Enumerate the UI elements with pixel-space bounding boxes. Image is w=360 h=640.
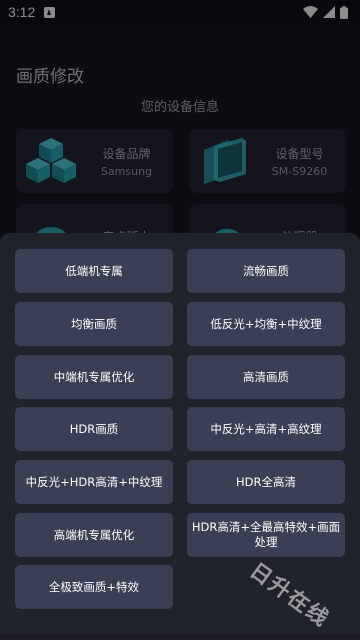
- option-low-reflect-balanced-mid-texture[interactable]: 低反光+均衡+中纹理: [187, 302, 345, 346]
- option-smooth[interactable]: 流畅画质: [187, 249, 345, 293]
- quality-options-sheet: 低端机专属 流畅画质 均衡画质 低反光+均衡+中纹理 中端机专属优化 高清画质 …: [0, 233, 360, 640]
- option-label: 中端机专属优化: [53, 369, 135, 384]
- option-hdr-full-hd[interactable]: HDR全高清: [187, 460, 345, 504]
- option-label: 均衡画质: [71, 316, 117, 331]
- option-label: 低反光+均衡+中纹理: [210, 316, 322, 331]
- option-hdr-hd-max-effects[interactable]: HDR高清+全最高特效+画面处理: [187, 513, 345, 557]
- option-label: HDR全高清: [236, 474, 296, 489]
- option-label: 流畅画质: [243, 263, 289, 278]
- option-hd[interactable]: 高清画质: [187, 355, 345, 399]
- option-label: 中反光+HDR高清+中纹理: [25, 474, 163, 489]
- option-label: HDR画质: [69, 421, 119, 436]
- option-high-end[interactable]: 高端机专属优化: [15, 513, 173, 557]
- option-label: 中反光+高清+高纹理: [210, 421, 322, 436]
- option-label: HDR高清+全最高特效+画面处理: [191, 520, 341, 549]
- option-low-end[interactable]: 低端机专属: [15, 249, 173, 293]
- option-hdr[interactable]: HDR画质: [15, 407, 173, 451]
- option-label: 高端机专属优化: [53, 527, 135, 542]
- option-balanced[interactable]: 均衡画质: [15, 302, 173, 346]
- option-label: 低端机专属: [65, 263, 123, 278]
- navigation-bar: [0, 634, 360, 640]
- option-mid-reflect-hd-high-texture[interactable]: 中反光+高清+高纹理: [187, 407, 345, 451]
- option-mid-end[interactable]: 中端机专属优化: [15, 355, 173, 399]
- option-label: 全极致画质+特效: [48, 579, 140, 594]
- option-mid-reflect-hdr-hd-mid-texture[interactable]: 中反光+HDR高清+中纹理: [15, 460, 173, 504]
- option-ultimate-quality-effects[interactable]: 全极致画质+特效: [15, 565, 173, 609]
- option-label: 高清画质: [243, 369, 289, 384]
